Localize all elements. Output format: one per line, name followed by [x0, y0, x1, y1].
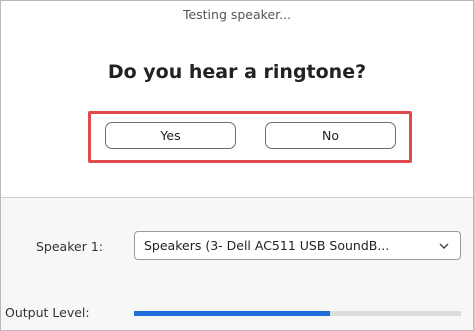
- speaker-label: Speaker 1:: [36, 239, 103, 254]
- ringtone-question: Do you hear a ringtone?: [107, 61, 367, 83]
- no-button[interactable]: No: [265, 122, 396, 149]
- speaker-settings-panel: Speaker 1: Speakers (3- Dell AC511 USB S…: [1, 198, 473, 330]
- output-level-label: Output Level:: [5, 305, 90, 320]
- output-level-fill: [134, 311, 331, 316]
- speaker-select-value: Speakers (3- Dell AC511 USB SoundB...: [144, 238, 390, 253]
- speaker-select[interactable]: Speakers (3- Dell AC511 USB SoundB...: [134, 231, 461, 260]
- testing-status-text: Testing speaker...: [182, 7, 292, 22]
- speaker-test-dialog: Testing speaker... Do you hear a rington…: [0, 0, 474, 331]
- chevron-down-icon: [438, 238, 450, 252]
- ringtone-prompt-panel: Testing speaker... Do you hear a rington…: [1, 1, 473, 197]
- output-level-meter: [134, 311, 461, 316]
- yes-button[interactable]: Yes: [105, 122, 236, 149]
